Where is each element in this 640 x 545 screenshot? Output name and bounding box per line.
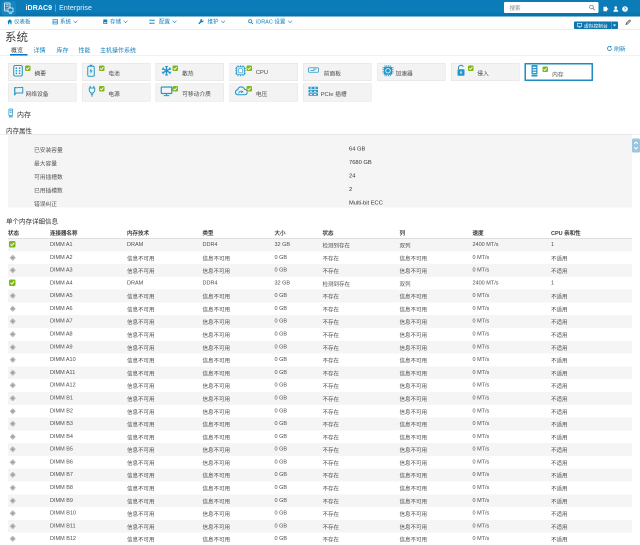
svg-text:?: ? xyxy=(624,7,627,12)
